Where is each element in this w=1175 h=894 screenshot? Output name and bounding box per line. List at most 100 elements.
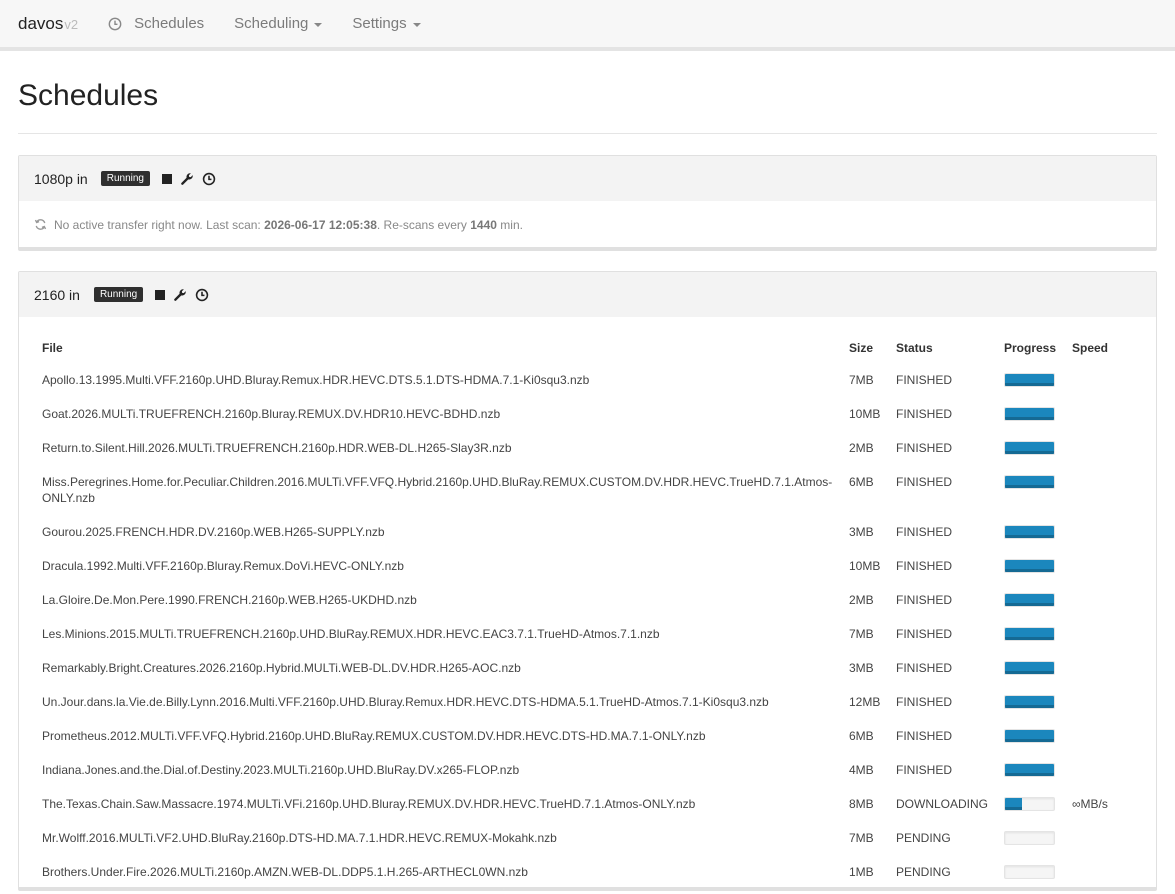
rescan-interval: 1440 bbox=[470, 217, 497, 232]
history-button[interactable] bbox=[202, 172, 216, 186]
transfer-status: FINISHED bbox=[896, 407, 953, 421]
table-row: Apollo.13.1995.Multi.VFF.2160p.UHD.Blura… bbox=[42, 364, 1134, 398]
transfer-speed bbox=[1072, 364, 1134, 398]
progress-bar-fill bbox=[1005, 408, 1054, 420]
scan-message: No active transfer right now. Last scan:… bbox=[54, 218, 523, 232]
transfer-speed: ∞MB/s bbox=[1072, 797, 1108, 811]
refresh-icon bbox=[34, 219, 47, 230]
progress-cell bbox=[1004, 856, 1072, 887]
page-title: Schedules bbox=[18, 78, 1157, 134]
progress-bar bbox=[1004, 865, 1055, 879]
progress-cell bbox=[1004, 550, 1072, 584]
table-row: Remarkably.Bright.Creatures.2026.2160p.H… bbox=[42, 652, 1134, 686]
transfer-status: FINISHED bbox=[896, 559, 953, 573]
progress-bar bbox=[1004, 525, 1055, 539]
transfer-status: FINISHED bbox=[896, 441, 953, 455]
transfer-speed bbox=[1072, 398, 1134, 432]
nav-schedules-label: Schedules bbox=[134, 15, 205, 32]
transfer-status: FINISHED bbox=[896, 373, 953, 387]
schedule-panel-1080p: 1080p in Running No active transfer righ… bbox=[18, 155, 1157, 251]
file-size: 6MB bbox=[849, 475, 874, 489]
progress-bar-fill bbox=[1005, 560, 1054, 572]
transfer-status: PENDING bbox=[896, 865, 951, 879]
progress-bar-fill bbox=[1005, 594, 1054, 606]
transfer-speed bbox=[1072, 652, 1134, 686]
progress-cell bbox=[1004, 754, 1072, 788]
stop-button[interactable] bbox=[161, 173, 172, 184]
column-header-size: Size bbox=[849, 341, 874, 355]
schedule-name: 1080p in bbox=[34, 170, 88, 187]
last-scan-time: 2026-06-17 12:05:38 bbox=[264, 217, 377, 232]
progress-bar-fill bbox=[1005, 798, 1023, 810]
file-size: 10MB bbox=[849, 407, 881, 421]
table-row: Goat.2026.MULTi.TRUEFRENCH.2160p.Bluray.… bbox=[42, 398, 1134, 432]
table-row: La.Gloire.De.Mon.Pere.1990.FRENCH.2160p.… bbox=[42, 584, 1134, 618]
transfers-table: File Size Status Progress Speed Apollo.1… bbox=[42, 333, 1134, 887]
column-header-file: File bbox=[42, 341, 63, 355]
transfer-status: FINISHED bbox=[896, 763, 953, 777]
table-row: Mr.Wolff.2016.MULTi.VF2.UHD.BluRay.2160p… bbox=[42, 822, 1134, 856]
progress-bar-fill bbox=[1005, 662, 1054, 674]
column-header-speed: Speed bbox=[1072, 341, 1109, 355]
progress-bar-fill bbox=[1005, 764, 1054, 776]
file-size: 10MB bbox=[849, 559, 881, 573]
transfer-speed bbox=[1072, 754, 1134, 788]
brand-name[interactable]: davos bbox=[18, 14, 63, 34]
nav-schedules[interactable]: Schedules bbox=[108, 15, 204, 32]
nav-scheduling-dropdown[interactable]: Scheduling bbox=[234, 15, 323, 32]
nav-scheduling-label: Scheduling bbox=[234, 15, 309, 32]
progress-cell bbox=[1004, 584, 1072, 618]
transfer-status: DOWNLOADING bbox=[896, 797, 989, 811]
brand[interactable]: davos v2 bbox=[18, 14, 78, 34]
progress-cell bbox=[1004, 516, 1072, 550]
history-button[interactable] bbox=[195, 288, 209, 302]
file-size: 2MB bbox=[849, 593, 874, 607]
progress-bar-fill bbox=[1005, 442, 1054, 454]
file-size: 4MB bbox=[849, 763, 874, 777]
panel-heading: 1080p in Running bbox=[19, 156, 1156, 201]
progress-bar bbox=[1004, 763, 1055, 777]
progress-cell bbox=[1004, 618, 1072, 652]
file-size: 7MB bbox=[849, 831, 874, 845]
transfer-speed bbox=[1072, 432, 1134, 466]
wrench-icon bbox=[174, 288, 186, 301]
progress-bar bbox=[1004, 559, 1055, 573]
progress-cell bbox=[1004, 788, 1072, 822]
progress-cell bbox=[1004, 364, 1072, 398]
panel-body: No active transfer right now. Last scan:… bbox=[19, 201, 1156, 248]
progress-bar bbox=[1004, 797, 1055, 811]
file-name: Mr.Wolff.2016.MULTi.VF2.UHD.BluRay.2160p… bbox=[42, 831, 557, 845]
progress-bar bbox=[1004, 661, 1055, 675]
column-header-progress: Progress bbox=[1004, 341, 1057, 355]
file-name: The.Texas.Chain.Saw.Massacre.1974.MULTi.… bbox=[42, 797, 696, 811]
progress-cell bbox=[1004, 466, 1072, 516]
transfer-speed bbox=[1072, 550, 1134, 584]
file-name: Dracula.1992.Multi.VFF.2160p.Bluray.Remu… bbox=[42, 559, 404, 573]
transfer-status: FINISHED bbox=[896, 729, 953, 743]
progress-bar bbox=[1004, 695, 1055, 709]
caret-down-icon bbox=[314, 22, 323, 27]
progress-bar-fill bbox=[1005, 476, 1054, 488]
nav-settings-dropdown[interactable]: Settings bbox=[352, 15, 421, 32]
transfer-status: FINISHED bbox=[896, 695, 953, 709]
table-row: Les.Minions.2015.MULTi.TRUEFRENCH.2160p.… bbox=[42, 618, 1134, 652]
edit-button[interactable] bbox=[180, 172, 194, 186]
file-name: Miss.Peregrines.Home.for.Peculiar.Childr… bbox=[42, 475, 833, 505]
table-row: Prometheus.2012.MULTi.VFF.VFQ.Hybrid.216… bbox=[42, 720, 1134, 754]
file-name: Goat.2026.MULTi.TRUEFRENCH.2160p.Bluray.… bbox=[42, 407, 501, 421]
transfer-speed bbox=[1072, 618, 1134, 652]
status-badge: Running bbox=[93, 287, 144, 302]
nav-settings-label: Settings bbox=[352, 15, 407, 32]
wrench-icon bbox=[181, 172, 193, 185]
progress-cell bbox=[1004, 398, 1072, 432]
scan-message-prefix: No active transfer right now. Last scan: bbox=[54, 217, 265, 232]
progress-cell bbox=[1004, 822, 1072, 856]
progress-cell bbox=[1004, 686, 1072, 720]
stop-button[interactable] bbox=[155, 289, 166, 300]
progress-bar bbox=[1004, 373, 1055, 387]
file-name: Apollo.13.1995.Multi.VFF.2160p.UHD.Blura… bbox=[42, 373, 590, 387]
transfer-status: FINISHED bbox=[896, 661, 953, 675]
transfers-table-wrapper: File Size Status Progress Speed Apollo.1… bbox=[19, 317, 1156, 887]
transfer-speed bbox=[1072, 856, 1134, 887]
edit-button[interactable] bbox=[173, 288, 187, 302]
